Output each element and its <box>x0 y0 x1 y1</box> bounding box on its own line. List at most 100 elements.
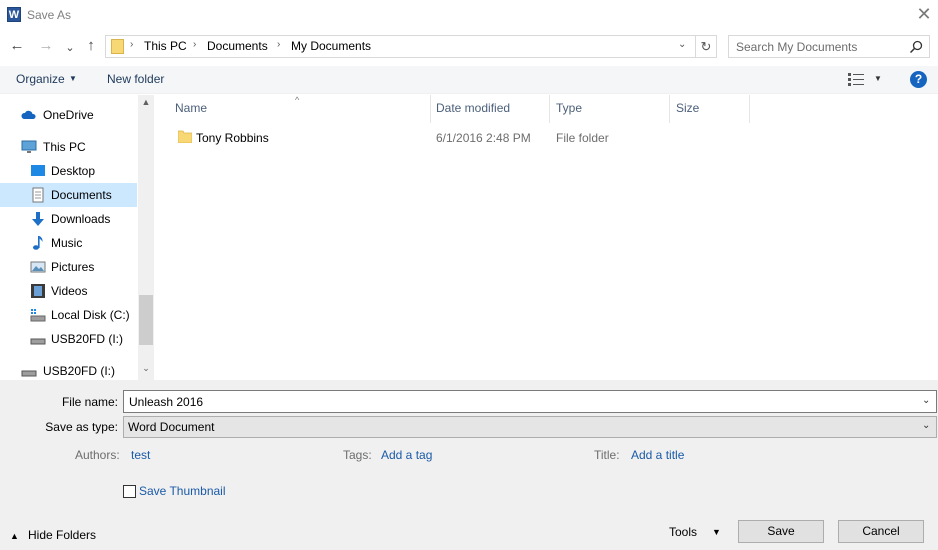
nav-item-label: Desktop <box>51 164 96 178</box>
sort-ascending-icon: ^ <box>295 95 300 105</box>
tools-button[interactable]: Tools <box>669 525 697 539</box>
nav-item-this-pc[interactable]: This PC <box>0 135 137 159</box>
nav-item-label: USB20FD (I:) <box>43 364 116 378</box>
save-thumbnail-checkbox[interactable] <box>123 485 136 498</box>
nav-item-label: OneDrive <box>43 108 94 122</box>
authors-field[interactable]: test <box>131 448 150 462</box>
download-icon <box>32 212 44 226</box>
save-button[interactable]: Save <box>738 520 824 543</box>
search-box[interactable] <box>728 35 930 58</box>
address-bar[interactable]: › This PC › Documents › My Documents ⌄ <box>105 35 696 58</box>
help-icon[interactable]: ? <box>910 71 927 88</box>
word-app-icon: W <box>7 7 21 22</box>
file-name: Tony Robbins <box>196 131 269 145</box>
forward-arrow-icon[interactable]: → <box>36 36 56 56</box>
folder-icon <box>111 39 124 54</box>
scroll-down-icon[interactable]: ⌄ <box>138 363 154 377</box>
new-folder-button[interactable]: New folder <box>107 72 164 86</box>
save-options-panel: File name: ⌄ Save as type: Word Document… <box>0 380 938 550</box>
breadcrumb-separator: › <box>193 39 197 50</box>
nav-item-label: Pictures <box>51 260 95 274</box>
nav-item-label: Local Disk (C:) <box>51 308 130 322</box>
chevron-down-icon[interactable]: ⌄ <box>922 395 930 406</box>
close-icon[interactable]: ✕ <box>914 4 934 24</box>
computer-icon <box>21 140 37 153</box>
command-toolbar: Organize ▼ New folder ▼ ? <box>0 66 938 94</box>
nav-item-music[interactable]: Music <box>0 231 137 255</box>
save-thumbnail-label[interactable]: Save Thumbnail <box>139 484 226 498</box>
column-divider[interactable] <box>669 95 670 123</box>
table-row[interactable]: Tony Robbins 6/1/2016 2:48 PM File folde… <box>158 125 758 149</box>
back-arrow-icon[interactable]: ← <box>7 36 27 56</box>
usb-drive-icon <box>21 370 37 377</box>
music-icon <box>33 236 43 250</box>
save-as-type-select[interactable]: Word Document ⌄ <box>123 416 937 438</box>
tags-label: Tags: <box>343 448 372 462</box>
column-header-date-modified[interactable]: Date modified <box>436 101 510 125</box>
breadcrumb-separator: › <box>130 39 134 50</box>
recent-locations-chevron-icon[interactable]: ⌄ <box>60 38 80 58</box>
view-options-icon[interactable] <box>848 73 864 86</box>
search-icon[interactable] <box>909 40 923 54</box>
column-divider[interactable] <box>749 95 750 123</box>
breadcrumb-separator: › <box>277 39 281 50</box>
dropdown-arrow-icon[interactable]: ▼ <box>69 74 77 83</box>
window-title: Save As <box>27 8 72 22</box>
save-as-type-label: Save as type: <box>45 420 118 434</box>
nav-item-label: Videos <box>51 284 88 298</box>
dropdown-arrow-icon[interactable]: ▼ <box>712 527 721 537</box>
nav-item-documents[interactable]: Documents <box>0 183 137 207</box>
column-header-type[interactable]: Type <box>556 101 582 125</box>
pictures-icon <box>30 261 46 273</box>
drive-icon <box>30 309 46 322</box>
hide-folders-button[interactable]: Hide Folders <box>28 528 96 542</box>
title-bar: W Save As ✕ <box>0 0 938 30</box>
up-arrow-icon[interactable]: ↑ <box>81 36 101 56</box>
nav-item-local-disk[interactable]: Local Disk (C:) <box>0 303 137 327</box>
cancel-button[interactable]: Cancel <box>838 520 924 543</box>
save-as-type-value: Word Document <box>128 420 215 434</box>
file-name-label: File name: <box>61 395 118 409</box>
nav-item-pictures[interactable]: Pictures <box>0 255 137 279</box>
nav-item-label: Music <box>51 236 83 250</box>
navigation-pane: OneDrive This PC Desktop Documents Downl… <box>0 95 155 380</box>
column-header-name[interactable]: Name <box>175 101 207 125</box>
chevron-up-icon[interactable]: ▲ <box>10 531 19 541</box>
folder-icon <box>178 130 192 143</box>
authors-label: Authors: <box>75 448 120 462</box>
nav-item-downloads[interactable]: Downloads <box>0 207 137 231</box>
column-divider[interactable] <box>430 95 431 123</box>
column-header-size[interactable]: Size <box>676 101 699 125</box>
chevron-down-icon[interactable]: ⌄ <box>922 420 930 431</box>
dropdown-arrow-icon[interactable]: ▼ <box>874 74 882 83</box>
tags-field[interactable]: Add a tag <box>381 448 432 462</box>
nav-item-label: USB20FD (I:) <box>51 332 124 346</box>
navigation-scrollbar[interactable]: ▲ ⌄ <box>138 95 154 380</box>
organize-button[interactable]: Organize <box>16 72 65 86</box>
nav-item-usb-drive[interactable]: USB20FD (I:) <box>0 327 137 351</box>
title-label: Title: <box>594 448 620 462</box>
file-name-combobox[interactable]: ⌄ <box>123 390 937 413</box>
documents-icon <box>32 187 44 203</box>
scroll-up-icon[interactable]: ▲ <box>138 97 154 111</box>
title-field[interactable]: Add a title <box>631 448 684 462</box>
nav-item-label: This PC <box>43 140 86 154</box>
file-name-field[interactable] <box>129 394 909 409</box>
nav-item-videos[interactable]: Videos <box>0 279 137 303</box>
usb-drive-icon <box>30 338 46 345</box>
scrollbar-thumb[interactable] <box>139 295 153 345</box>
nav-item-onedrive[interactable]: OneDrive <box>0 103 137 127</box>
breadcrumb-my-documents[interactable]: My Documents <box>291 39 371 53</box>
search-input[interactable] <box>736 39 906 54</box>
column-divider[interactable] <box>549 95 550 123</box>
breadcrumb-documents[interactable]: Documents <box>207 39 268 53</box>
breadcrumb-this-pc[interactable]: This PC <box>144 39 187 53</box>
videos-icon <box>31 284 45 298</box>
nav-item-desktop[interactable]: Desktop <box>0 159 137 183</box>
chevron-down-icon[interactable]: ⌄ <box>678 39 686 50</box>
file-list: ^ Name Date modified Type Size Tony Robb… <box>158 95 938 380</box>
nav-item-label: Downloads <box>51 212 111 226</box>
nav-item-label: Documents <box>51 188 112 202</box>
refresh-icon[interactable]: ↻ <box>696 35 717 58</box>
file-date-modified: 6/1/2016 2:48 PM <box>436 131 531 145</box>
